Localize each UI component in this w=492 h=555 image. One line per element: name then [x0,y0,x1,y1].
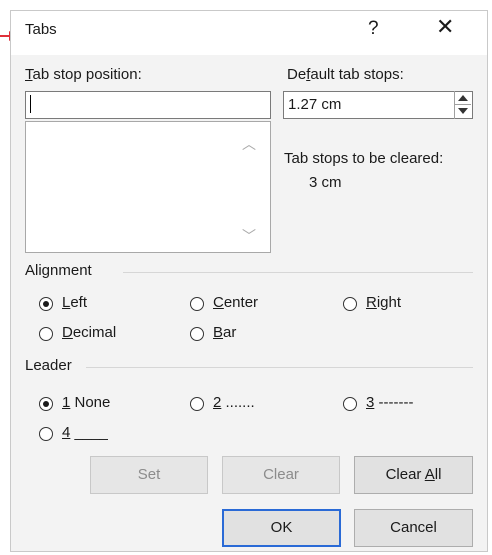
dialog-title: Tabs [25,21,57,38]
alignment-left-radio[interactable] [39,297,53,311]
alignment-decimal-key: D [62,324,73,341]
alignment-divider [123,272,473,273]
default-tab-stops-label: Default tab stops: [287,66,404,83]
alignment-bar-text: ar [223,324,237,341]
alignment-decimal-label[interactable]: Decimal [62,324,116,341]
alignment-center-key: C [213,294,224,311]
scroll-up-icon[interactable]: ︿ [242,134,256,154]
scroll-down-icon[interactable]: ﹀ [242,226,256,246]
alignment-center-text: enter [223,294,259,311]
leader-3-label[interactable]: 3 ------- [366,394,413,411]
title-bar [11,11,487,55]
cancel-button[interactable]: Cancel [354,509,473,547]
tab-stop-position-label: Tab stop position: [25,66,142,83]
leader-2-text: ....... [221,394,255,411]
set-button[interactable]: Set [90,456,208,494]
alignment-bar-label[interactable]: Bar [213,324,236,341]
alignment-bar-key: B [213,324,224,341]
alignment-decimal-text: ecimal [72,324,117,341]
leader-4-text: ____ [70,424,108,441]
tab-stop-list[interactable] [25,121,271,253]
clear-all-text-pre: Clear [385,466,425,483]
default-tab-stops-value: 1.27 cm [288,96,342,113]
default-tab-stops-input[interactable]: 1.27 cm [283,91,473,119]
tab-stops-to-be-cleared-label: Tab stops to be cleared: [284,150,444,167]
clear-all-key: A [424,466,435,483]
clear-all-button[interactable]: Clear All [354,456,473,494]
alignment-right-text: ight [376,294,402,311]
leader-2-label[interactable]: 2 ....... [213,394,255,411]
default-tab-stops-label-post: ault tab stops: [310,66,404,83]
default-tab-stops-label-pre: De [287,66,307,83]
leader-group-title: Leader [25,357,72,374]
spin-up-icon[interactable] [458,95,468,101]
ok-button[interactable]: OK [222,509,341,547]
leader-2-radio[interactable] [190,397,204,411]
clear-all-text-post: ll [434,466,442,483]
alignment-left-text: eft [70,294,88,311]
leader-1-radio[interactable] [39,397,53,411]
alignment-decimal-radio[interactable] [39,327,53,341]
help-button[interactable]: ? [368,18,379,40]
tab-stop-position-label-key: T [25,66,33,83]
leader-1-label[interactable]: 1 None [62,394,110,411]
text-cursor [30,95,31,113]
leader-3-radio[interactable] [343,397,357,411]
alignment-right-label[interactable]: Right [366,294,401,311]
alignment-right-radio[interactable] [343,297,357,311]
tab-stop-position-label-text: ab stop position: [32,66,142,83]
leader-1-text: None [70,394,111,411]
alignment-group-title: Alignment [25,262,92,279]
close-button[interactable]: ✕ [436,14,454,40]
tab-stop-position-input[interactable] [25,91,271,119]
alignment-center-label[interactable]: Center [213,294,258,311]
alignment-center-radio[interactable] [190,297,204,311]
leader-3-text: ------- [374,394,414,411]
leader-4-label[interactable]: 4 ____ [62,424,108,441]
spinner-divider [455,104,471,105]
leader-4-radio[interactable] [39,427,53,441]
leader-divider [86,367,473,368]
tab-stops-to-be-cleared-value: 3 cm [309,174,342,191]
spin-down-icon[interactable] [458,108,468,114]
alignment-left-label[interactable]: Left [62,294,87,311]
alignment-right-key: R [366,294,377,311]
alignment-bar-radio[interactable] [190,327,204,341]
clear-button[interactable]: Clear [222,456,340,494]
